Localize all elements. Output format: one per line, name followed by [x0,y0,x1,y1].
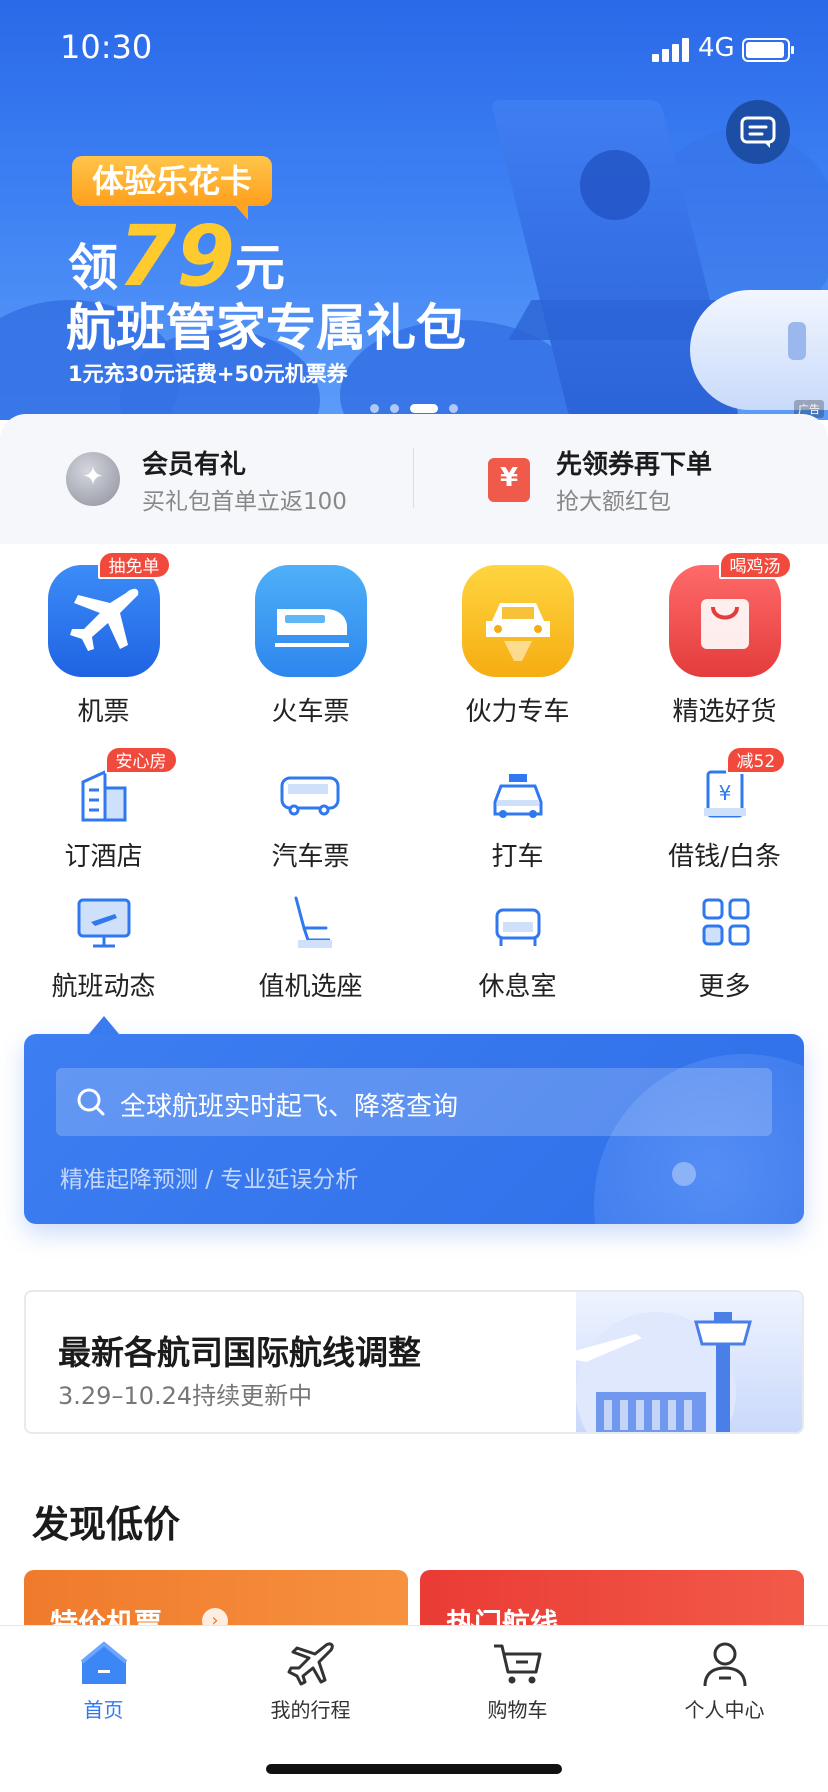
message-icon [740,116,776,148]
service-flight-status[interactable]: 航班动态 [0,892,207,1003]
card-pointer [89,1016,119,1034]
service-label: 航班动态 [51,972,156,1002]
location-dot-icon [672,1162,696,1186]
service-label: 订酒店 [64,842,143,872]
control-tower-illustration [576,1292,802,1432]
member-coin-icon: ✦ [66,452,120,506]
service-grid: 抽免单 机票 火车票 伙力专车 喝鸡汤 精选好货 安心房 订酒店 汽车票 打车 … [0,544,828,1014]
discover-low-price-title: 发现低价 [32,1503,180,1546]
service-label: 伙力专车 [465,697,570,727]
car-icon [461,565,574,677]
svg-text:¥: ¥ [718,781,731,805]
tab-home[interactable]: 首页 [0,1626,207,1736]
coupon-ticket-icon: ¥ [488,458,530,502]
service-taxi[interactable]: 打车 [414,762,621,873]
user-icon [699,1640,751,1688]
tab-label: 个人中心 [684,1698,765,1722]
banner-headline-2: 航班管家专属礼包 [66,299,466,357]
service-flight-tickets[interactable]: 抽免单 机票 [0,544,207,728]
notice-title: 最新各航司国际航线调整 [58,1333,421,1372]
carousel-dot[interactable] [370,404,379,413]
service-selected-goods[interactable]: 喝鸡汤 精选好货 [621,544,828,728]
carousel-dot[interactable] [390,404,399,413]
banner-subline: 1元充30元话费+50元机票券 [68,362,348,386]
fuselage-illustration [690,290,828,410]
badge: 抽免单 [97,551,171,579]
message-button[interactable] [726,100,790,164]
signal-icon [652,38,690,62]
window-illustration [788,322,806,360]
flight-status-card: 全球航班实时起飞、降落查询 精准起降预测 / 专业延误分析 [24,1034,804,1224]
divider [413,448,414,508]
tab-cart[interactable]: 购物车 [414,1626,621,1736]
flight-status-icon [69,892,139,954]
lounge-icon [483,892,553,954]
route-adjust-notice[interactable]: 最新各航司国际航线调整 3.29–10.24持续更新中 [24,1290,804,1434]
badge: 减52 [725,746,787,774]
service-label: 借钱/白条 [668,842,781,872]
member-gift-entry[interactable]: ✦ 会员有礼 买礼包首单立返100 [66,414,396,544]
status-time: 10:30 [60,28,153,66]
search-placeholder: 全球航班实时起飞、降落查询 [120,1092,459,1122]
service-check-in[interactable]: 值机选座 [207,892,414,1003]
service-label: 休息室 [478,972,557,1002]
tab-label: 首页 [83,1698,124,1722]
flight-search-input[interactable]: 全球航班实时起飞、降落查询 [56,1068,772,1136]
search-icon [77,1088,105,1116]
service-label: 值机选座 [258,972,363,1002]
service-train-tickets[interactable]: 火车票 [207,544,414,728]
coupon-entry[interactable]: ¥ 先领券再下单 抢大额红包 [488,414,818,544]
status-bar: 10:30 4G [0,0,828,100]
badge: 安心房 [104,746,178,774]
carousel-dot[interactable] [449,404,458,413]
tab-label: 购物车 [487,1698,548,1722]
member-benefits-row: ✦ 会员有礼 买礼包首单立返100 ¥ 先领券再下单 抢大额红包 [0,414,828,544]
app-root: 体验乐花卡 领79元 航班管家专属礼包 1元充30元话费+50元机票券 广告 1… [0,0,828,1792]
service-label: 更多 [698,972,751,1002]
plane-icon: 抽免单 [47,551,171,677]
battery-icon [742,38,794,62]
train-icon [254,565,367,677]
service-label: 机票 [77,697,130,727]
service-label: 精选好货 [672,697,777,727]
service-hotel[interactable]: 安心房 订酒店 [0,746,207,873]
service-loan[interactable]: ¥ 减52 借钱/白条 [621,746,828,873]
home-indicator[interactable] [266,1764,562,1774]
service-lounge[interactable]: 休息室 [414,892,621,1003]
tail-logo-illustration [580,150,650,220]
service-label: 打车 [491,842,544,872]
cart-icon [492,1640,544,1688]
tab-my-trips[interactable]: 我的行程 [207,1626,414,1736]
service-label: 汽车票 [271,842,350,872]
badge: 喝鸡汤 [718,551,792,579]
service-bus[interactable]: 汽车票 [207,762,414,873]
member-gift-title: 会员有礼 [142,450,247,480]
loan-icon: ¥ 减52 [690,746,787,824]
network-type: 4G [698,33,735,63]
carousel-dot[interactable] [410,404,438,413]
tab-label: 我的行程 [270,1698,351,1722]
service-label: 火车票 [271,697,350,727]
service-private-car[interactable]: 伙力专车 [414,544,621,728]
plane-outline-icon [285,1640,337,1688]
service-more[interactable]: 更多 [621,892,828,1003]
banner-tag: 体验乐花卡 [72,156,273,220]
tab-profile[interactable]: 个人中心 [621,1626,828,1736]
bus-icon [276,762,346,824]
coupon-title: 先领券再下单 [556,450,713,480]
hotel-icon: 安心房 [69,746,178,824]
notice-subtitle: 3.29–10.24持续更新中 [58,1382,313,1410]
search-hint: 精准起降预测 / 专业延误分析 [60,1167,359,1193]
member-gift-subtitle: 买礼包首单立返100 [142,489,347,515]
shopping-bag-icon: 喝鸡汤 [668,551,792,677]
carousel-dots[interactable] [370,398,469,413]
more-grid-icon [690,892,760,954]
home-icon [78,1640,130,1688]
coupon-subtitle: 抢大额红包 [556,489,671,515]
taxi-icon [483,762,553,824]
seat-icon [276,892,346,954]
